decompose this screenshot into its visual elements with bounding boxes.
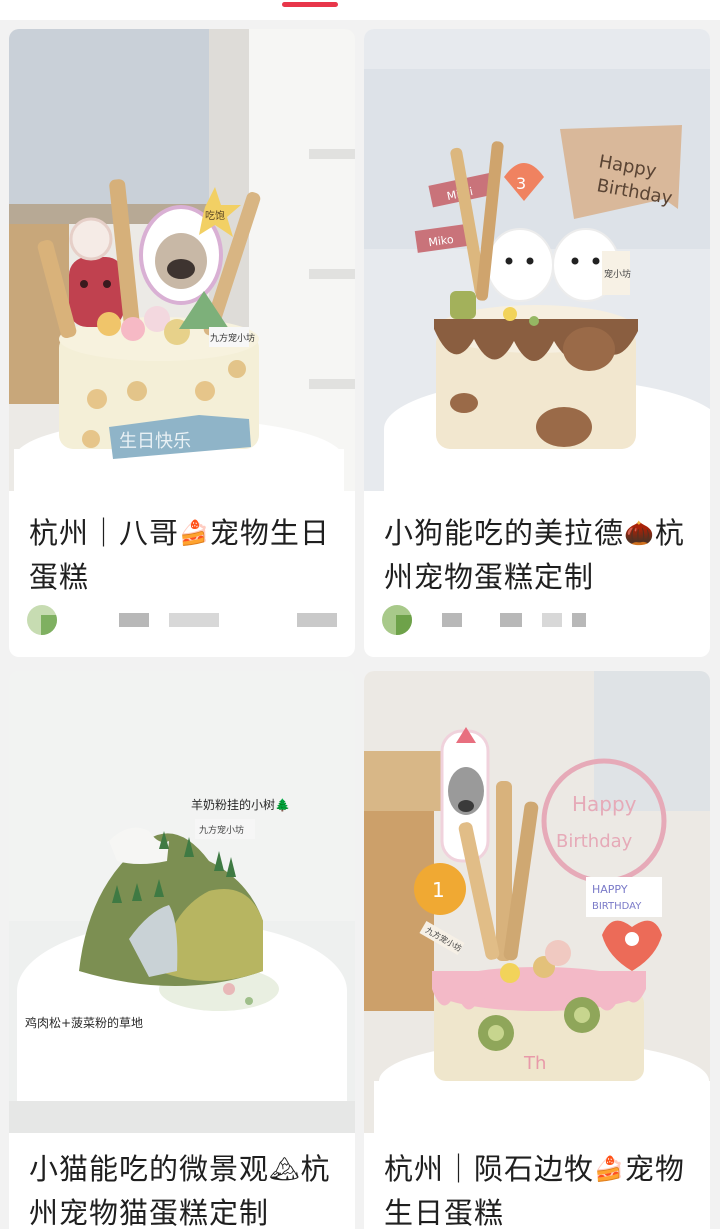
feed-card[interactable]: Th Happy Birthday HAPPY BIRTHDAY 1 九方宠小坊… (364, 671, 710, 1229)
topper-text: 吃饱 (205, 209, 225, 222)
blurred-like-count (572, 613, 586, 627)
blurred-like-count (542, 613, 562, 627)
feed-card[interactable]: Happy Birthday 3 Mimi Miko 宠小坊 (364, 29, 710, 657)
mountain-emoji-icon: 🏔 (269, 1155, 301, 1183)
card-text: BIRTHDAY (592, 901, 642, 912)
avatar[interactable] (27, 605, 57, 635)
card-title[interactable]: 杭州｜八哥🍰宠物生日蛋糕 (29, 511, 341, 599)
cake-photo[interactable]: 九方宠小坊 羊奶粉挂的小树🌲 鸡肉松+菠菜粉的草地 (9, 671, 355, 1133)
cake-photo[interactable]: Happy Birthday 3 Mimi Miko 宠小坊 (364, 29, 710, 491)
author-row[interactable] (27, 603, 341, 639)
cake-emoji-icon: 🍰 (179, 519, 210, 547)
topper-text: Happy (572, 792, 637, 816)
blurred-author-name (169, 613, 219, 627)
cake-photo[interactable]: 生日快乐 吃饱 九方宠小坊 (9, 29, 355, 491)
card-title-text: 小猫能吃的微景观 (29, 1152, 270, 1186)
card-text: HAPPY (592, 883, 628, 896)
blurred-author-name (119, 613, 149, 627)
card-title-text: 杭州｜八哥 (29, 516, 180, 550)
balloon-text: 1 (432, 878, 445, 902)
feed-page: 生日快乐 吃饱 九方宠小坊 杭州｜八哥🍰宠物生日蛋糕 Happy Birthda… (0, 0, 720, 1229)
photo-label-top: 羊奶粉挂的小树🌲 (191, 797, 290, 812)
plaque-text: 生日快乐 (119, 431, 191, 452)
chestnut-emoji-icon: 🌰 (624, 519, 655, 547)
feed-card[interactable]: 九方宠小坊 羊奶粉挂的小树🌲 鸡肉松+菠菜粉的草地 小猫能吃的微景观🏔杭州宠物猫… (9, 671, 355, 1229)
active-tab-indicator (282, 2, 338, 7)
card-title-text: 杭州｜陨石边牧 (384, 1152, 595, 1186)
card-text: 宠小坊 (604, 268, 631, 280)
avatar[interactable] (382, 605, 412, 635)
card-text: 九方宠小坊 (199, 824, 244, 836)
card-title-text: 小狗能吃的美拉德 (384, 516, 625, 550)
feed-card[interactable]: 生日快乐 吃饱 九方宠小坊 杭州｜八哥🍰宠物生日蛋糕 (9, 29, 355, 657)
photo-label-bottom: 鸡肉松+菠菜粉的草地 (25, 1015, 143, 1030)
blurred-author-name (500, 613, 522, 627)
card-title[interactable]: 小猫能吃的微景观🏔杭州宠物猫蛋糕定制 (29, 1147, 341, 1229)
cake-photo[interactable]: Th Happy Birthday HAPPY BIRTHDAY 1 九方宠小坊 (364, 671, 710, 1133)
svg-text:Th: Th (523, 1053, 546, 1074)
blurred-like-count (297, 613, 337, 627)
balloon-text: 3 (516, 174, 526, 193)
card-title[interactable]: 杭州｜陨石边牧🍰宠物生日蛋糕 (384, 1147, 696, 1229)
author-row[interactable] (382, 603, 696, 639)
top-tab-strip (0, 0, 720, 20)
card-title[interactable]: 小狗能吃的美拉德🌰杭州宠物蛋糕定制 (384, 511, 696, 599)
topper-text: Birthday (556, 831, 633, 852)
cake-emoji-icon: 🍰 (594, 1155, 625, 1183)
blurred-author-name (442, 613, 462, 627)
card-text: 九方宠小坊 (210, 332, 255, 344)
